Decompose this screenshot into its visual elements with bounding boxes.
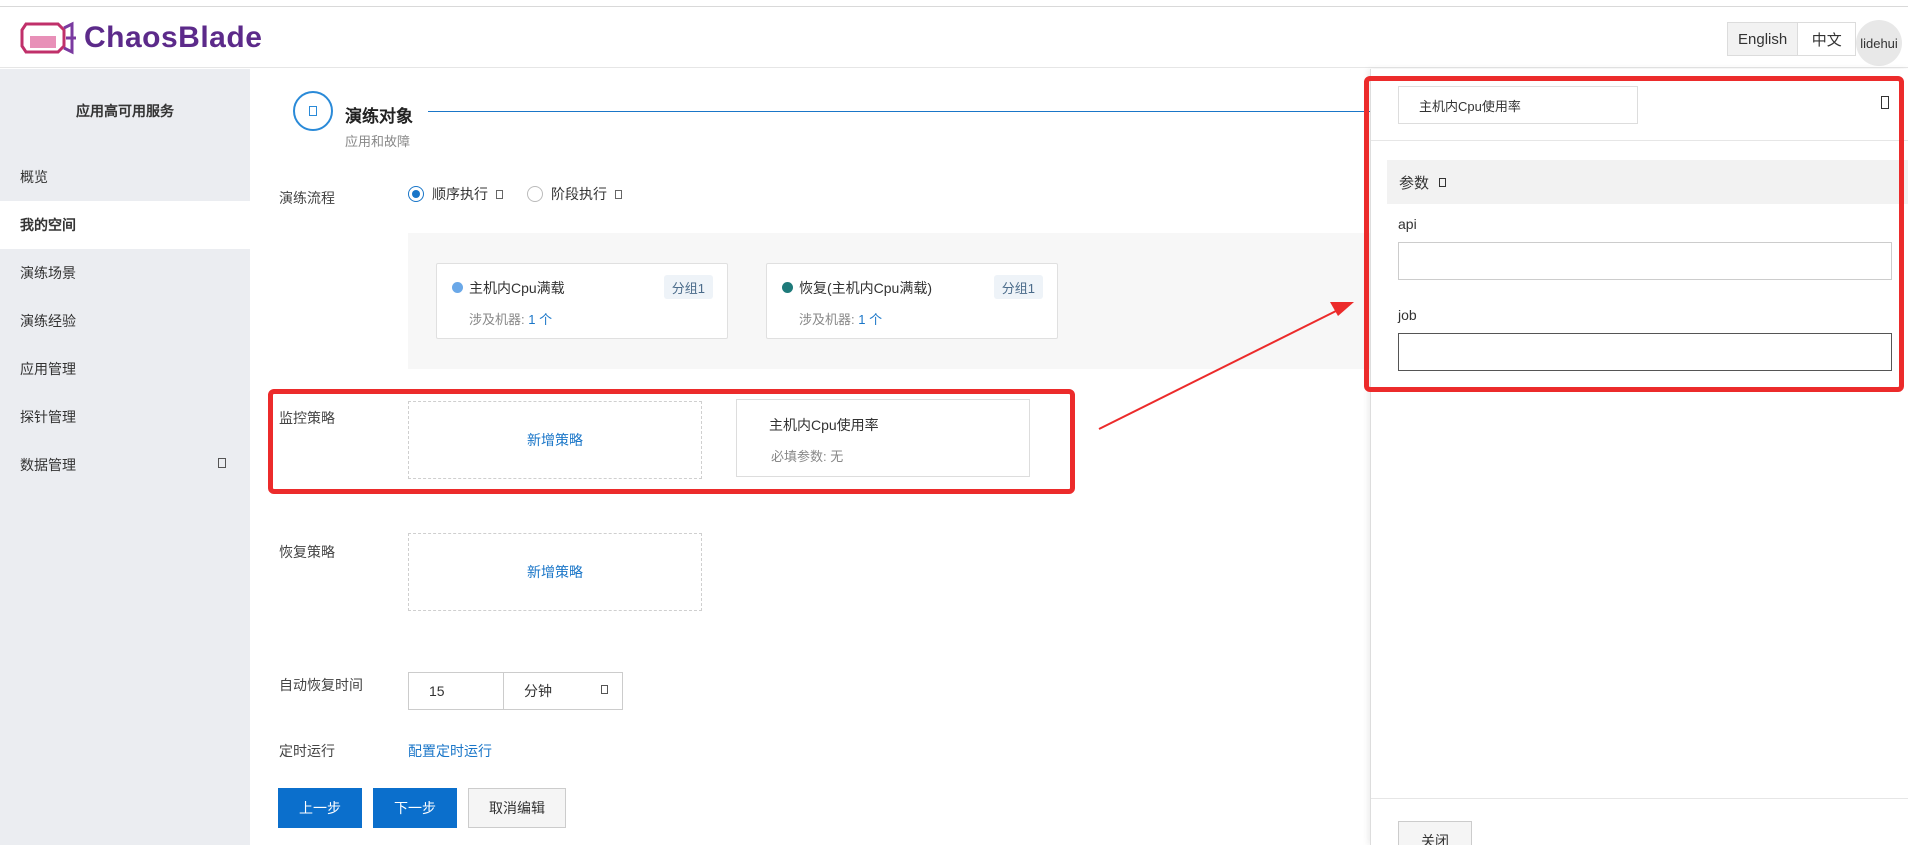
next-step-button[interactable]: 下一步	[373, 788, 457, 828]
annotation-highlight	[268, 389, 1075, 494]
step-title: 演练对象	[345, 107, 413, 126]
sidebar-title: 应用高可用服务	[76, 103, 174, 119]
auto-recover-input[interactable]: 15	[408, 672, 504, 710]
chevron-down-icon	[601, 685, 608, 694]
timer-label: 定时运行	[279, 743, 335, 759]
help-icon[interactable]	[615, 189, 622, 199]
recover-label: 恢复策略	[279, 544, 335, 560]
auto-recover-unit-select[interactable]: 分钟	[503, 672, 623, 710]
chaosblade-logo-icon	[20, 21, 76, 55]
sidebar-item-overview[interactable]: 概览	[0, 153, 250, 201]
sidebar-item-label: 我的空间	[20, 217, 76, 233]
sidebar-item-experience[interactable]: 演练经验	[0, 297, 250, 345]
divider	[1371, 798, 1908, 799]
language-switcher: English 中文	[1727, 22, 1857, 56]
auto-recover-label: 自动恢复时间	[279, 677, 363, 693]
step-subtitle: 应用和故障	[345, 134, 411, 149]
sidebar-item-my-space[interactable]: 我的空间	[0, 201, 250, 249]
flow-canvas: 主机内Cpu满载 分组1 涉及机器: 1 个 恢复(主机内Cpu满载) 分组1 …	[408, 233, 1370, 369]
radio-sequential[interactable]	[408, 186, 424, 202]
flow-node-meta: 涉及机器: 1 个	[799, 309, 882, 328]
prev-step-button[interactable]: 上一步	[278, 788, 362, 828]
chevron-down-icon	[218, 458, 226, 468]
lang-english-button[interactable]: English	[1728, 23, 1798, 55]
flow-radio-group: 顺序执行 阶段执行	[408, 184, 646, 204]
flow-node-card[interactable]: 主机内Cpu满载 分组1 涉及机器: 1 个	[436, 263, 728, 339]
sidebar-item-label: 探针管理	[20, 409, 76, 425]
unit-label: 分钟	[524, 683, 552, 699]
annotation-highlight	[1364, 76, 1904, 392]
machines-prefix: 涉及机器:	[799, 312, 859, 327]
configure-timer-link[interactable]: 配置定时运行	[408, 741, 492, 761]
flow-node-meta: 涉及机器: 1 个	[469, 309, 552, 328]
sidebar-item-label: 概览	[20, 169, 48, 185]
radio-staged-label[interactable]: 阶段执行	[551, 184, 607, 204]
flow-node-name: 恢复(主机内Cpu满载)	[799, 280, 933, 296]
sidebar-item-label: 演练经验	[20, 313, 76, 329]
flow-node-name: 主机内Cpu满载	[469, 280, 565, 296]
lang-chinese-button[interactable]: 中文	[1797, 23, 1856, 55]
sidebar-item-app-management[interactable]: 应用管理	[0, 345, 250, 393]
help-icon[interactable]	[496, 189, 503, 199]
status-dot-icon	[452, 282, 463, 293]
sidebar-item-label: 应用管理	[20, 361, 76, 377]
top-border	[0, 0, 1908, 7]
machines-prefix: 涉及机器:	[469, 312, 529, 327]
close-button[interactable]: 关闭	[1398, 821, 1472, 845]
header: ChaosBlade English 中文 lidehui	[0, 8, 1908, 68]
brand-name: ChaosBlade	[84, 21, 263, 54]
sidebar-item-scenarios[interactable]: 演练场景	[0, 249, 250, 297]
group-badge: 分组1	[993, 275, 1043, 299]
status-dot-icon	[782, 282, 793, 293]
step-progress-line	[428, 111, 1370, 112]
flow-label: 演练流程	[279, 190, 335, 206]
add-recover-strategy-button[interactable]: 新增策略	[408, 533, 702, 611]
flow-node-card[interactable]: 恢复(主机内Cpu满载) 分组1 涉及机器: 1 个	[766, 263, 1058, 339]
radio-sequential-label[interactable]: 顺序执行	[432, 184, 488, 204]
group-badge: 分组1	[663, 275, 713, 299]
machines-count-link[interactable]: 1 个	[528, 312, 552, 327]
machines-count-link[interactable]: 1 个	[858, 312, 882, 327]
user-avatar[interactable]: lidehui	[1856, 20, 1902, 66]
sidebar-item-label: 演练场景	[20, 265, 76, 281]
step-indicator-icon	[293, 91, 333, 131]
sidebar-item-label: 数据管理	[20, 457, 76, 473]
sidebar-item-data-management[interactable]: 数据管理	[0, 441, 250, 489]
sidebar-item-probe-management[interactable]: 探针管理	[0, 393, 250, 441]
cancel-edit-button[interactable]: 取消编辑	[468, 788, 566, 828]
sidebar: 应用高可用服务 概览 我的空间 演练场景 演练经验 应用管理 探针管理 数据管理	[0, 69, 250, 845]
brand-logo[interactable]: ChaosBlade	[20, 20, 262, 56]
radio-staged[interactable]	[527, 186, 543, 202]
